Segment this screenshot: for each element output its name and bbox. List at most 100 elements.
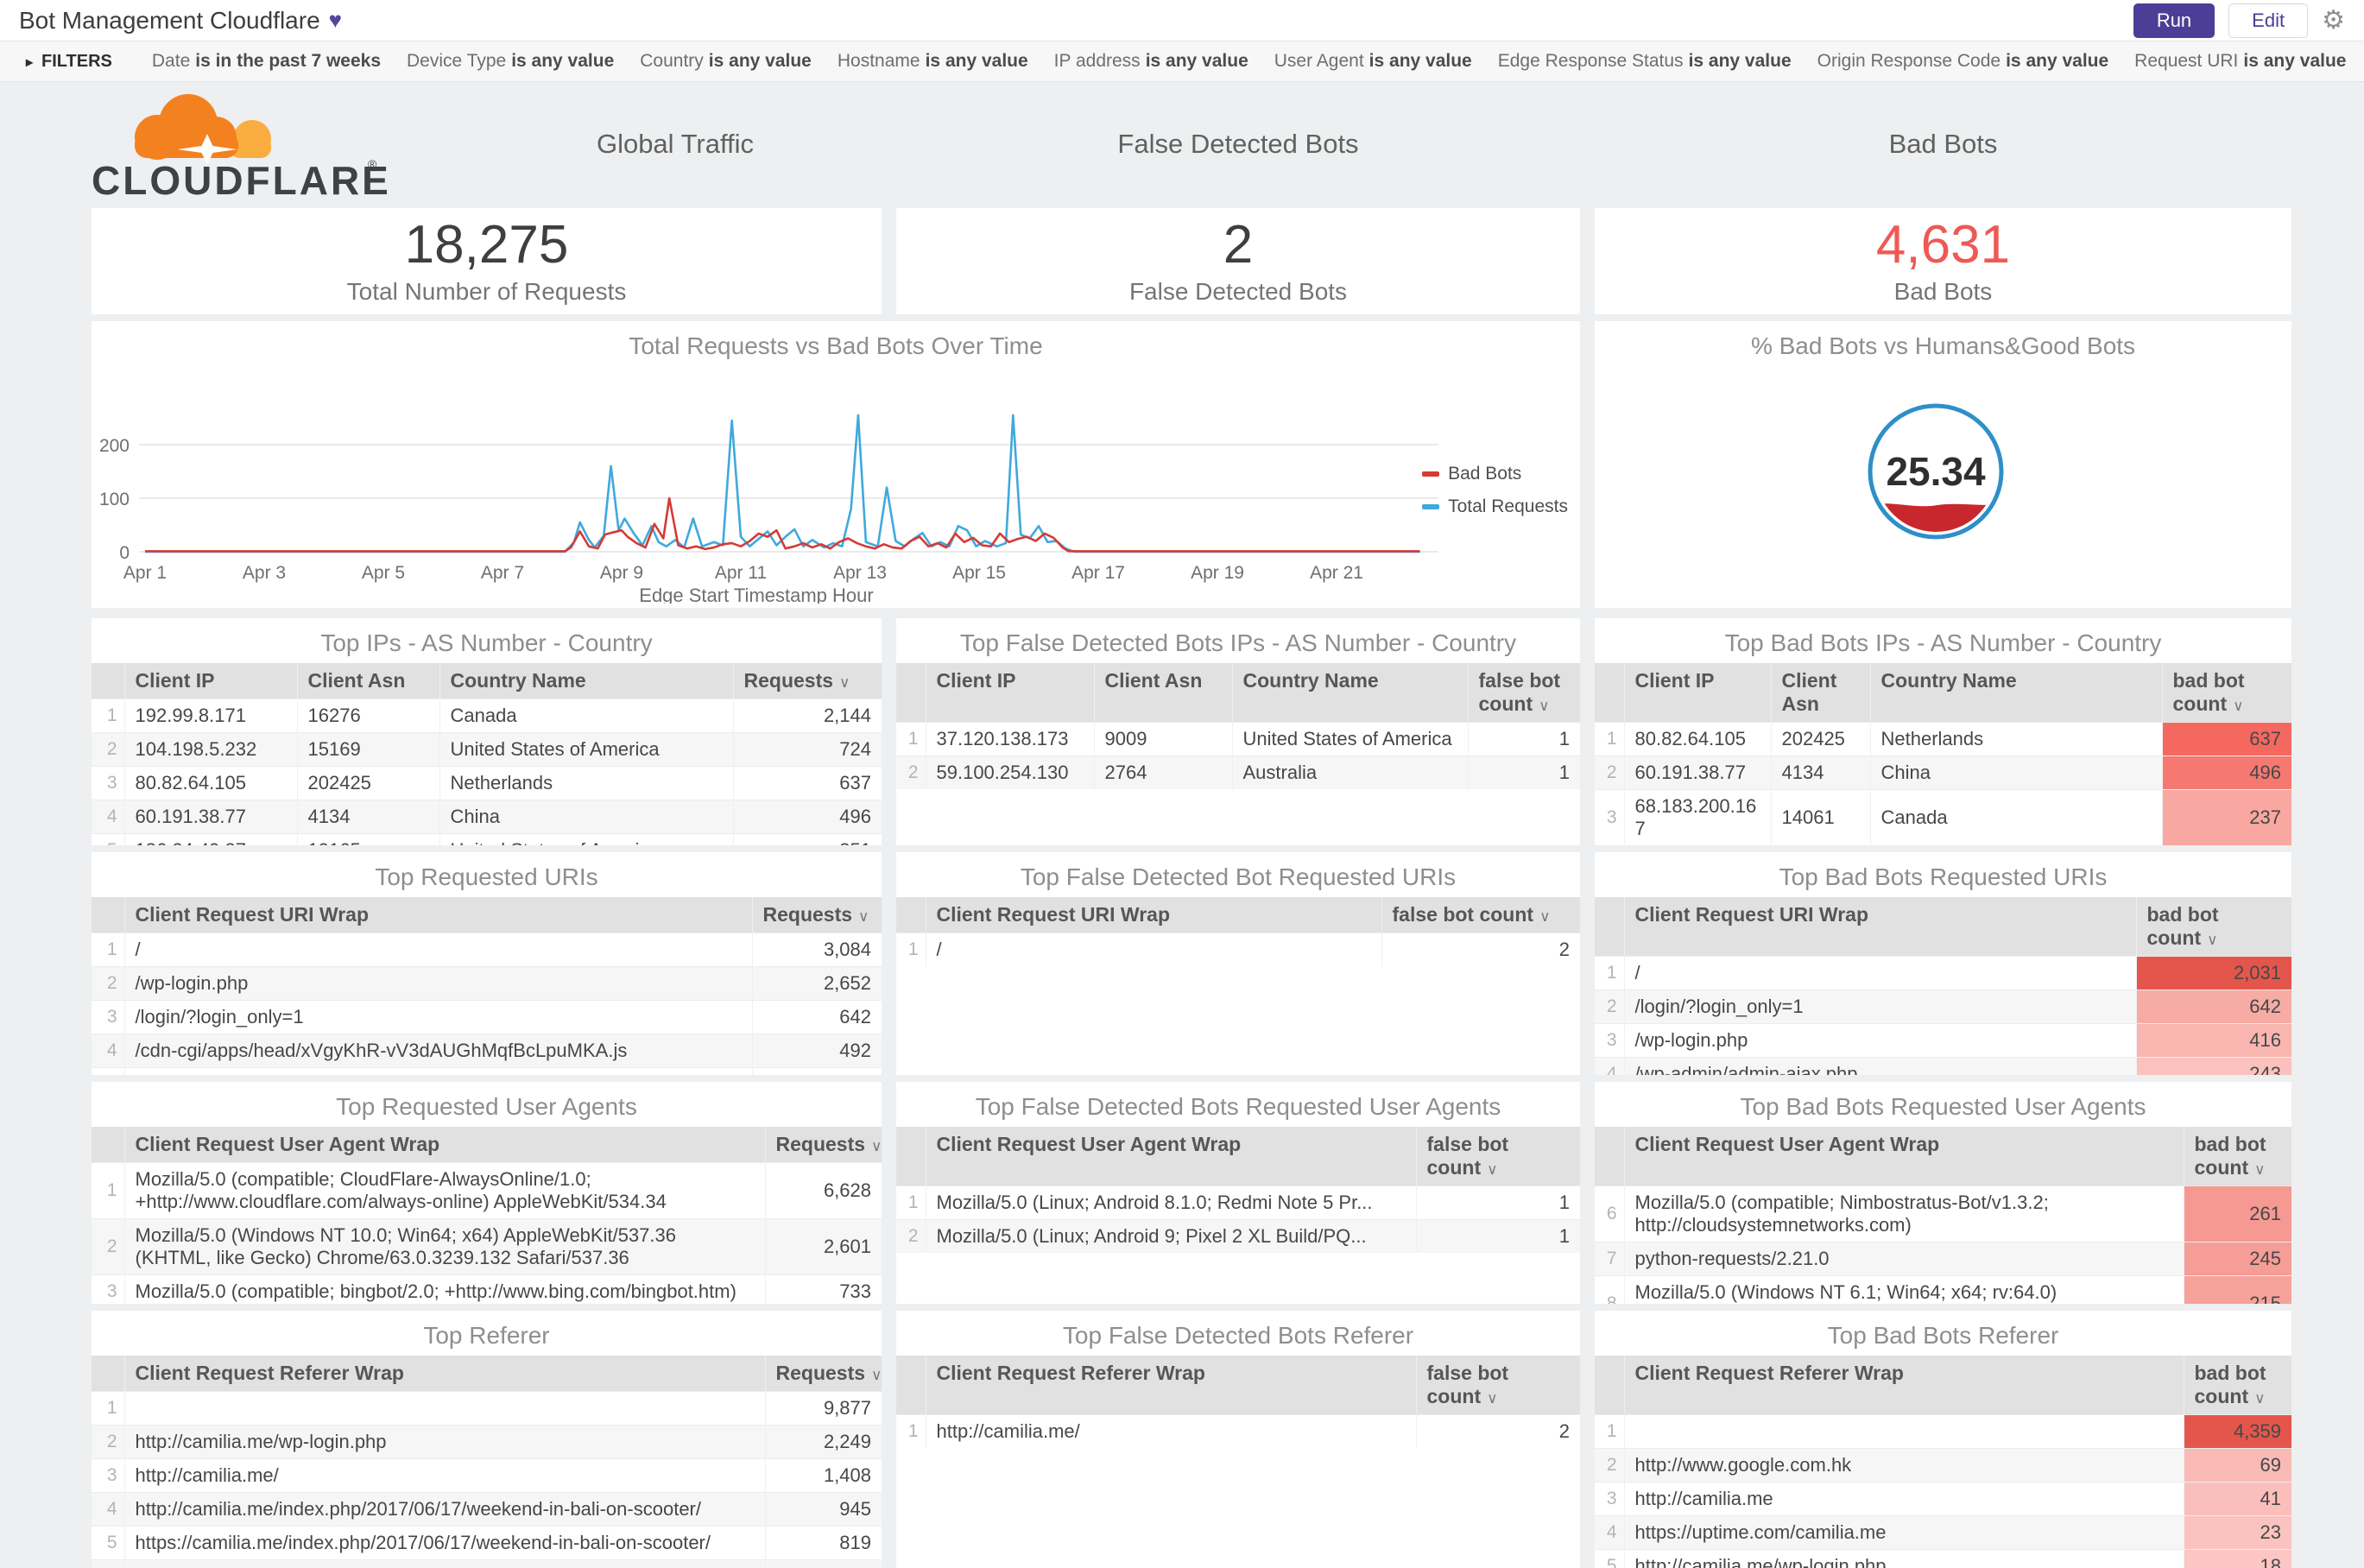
- column-header[interactable]: Client Asn: [296, 663, 439, 699]
- run-button[interactable]: Run: [2133, 3, 2215, 38]
- row-number: 1: [1595, 1414, 1624, 1449]
- table-cell: 18: [2183, 1549, 2291, 1568]
- filter-item[interactable]: Edge Response Status is any value: [1498, 51, 1792, 72]
- legend-item[interactable]: Bad Bots: [1422, 464, 1568, 484]
- table-cell: 9,877: [764, 1391, 882, 1426]
- row-number: 2: [1595, 1448, 1624, 1483]
- edit-button[interactable]: Edit: [2228, 3, 2309, 38]
- row-number: 4: [92, 1034, 124, 1068]
- column-header[interactable]: Client IP: [925, 663, 1094, 723]
- table-cell: 4134: [296, 800, 439, 834]
- row-number: 1: [92, 933, 124, 967]
- column-header[interactable]: false bot count ∨: [1415, 1127, 1580, 1186]
- sort-desc-icon: ∨: [871, 1138, 882, 1154]
- table-row: 2 http://camilia.me/wp-login.php 2,249: [92, 1425, 882, 1459]
- column-header[interactable]: Country Name: [1869, 663, 2162, 723]
- row-number: 1: [896, 1185, 926, 1220]
- row-number: 2: [92, 966, 124, 1001]
- panel-title: Top Requested User Agents: [336, 1093, 637, 1120]
- row-number: 1: [1595, 722, 1624, 756]
- svg-text:Apr 1: Apr 1: [123, 563, 167, 583]
- column-header[interactable]: Client Request User Agent Wrap: [1623, 1127, 2184, 1186]
- column-header[interactable]: false bot count ∨: [1415, 1356, 1580, 1415]
- svg-text:Apr 17: Apr 17: [1071, 563, 1125, 583]
- column-header[interactable]: Client IP: [123, 663, 297, 699]
- column-header[interactable]: Country Name: [439, 663, 733, 699]
- legend-label: Total Requests: [1448, 496, 1568, 516]
- column-header[interactable]: bad bot count ∨: [2183, 1356, 2291, 1415]
- filter-item[interactable]: Country is any value: [640, 51, 812, 72]
- svg-text:Apr 21: Apr 21: [1310, 563, 1363, 583]
- sort-desc-icon: ∨: [839, 674, 850, 691]
- column-header[interactable]: Client Request URI Wrap: [925, 897, 1381, 933]
- column-header[interactable]: Client Request User Agent Wrap: [123, 1127, 765, 1163]
- panel-title: Top IPs - AS Number - Country: [320, 629, 653, 656]
- table-row: 1/2,031: [1595, 956, 2291, 990]
- column-header[interactable]: Client IP: [1623, 663, 1771, 723]
- row-number: 5: [1595, 1549, 1624, 1568]
- panel-title: Top False Detected Bot Requested URIs: [1020, 863, 1457, 890]
- column-header[interactable]: Client Asn: [1770, 663, 1870, 723]
- stat-label: False Detected Bots: [1128, 278, 1348, 306]
- column-header[interactable]: Client Asn: [1093, 663, 1232, 723]
- table-cell: 724: [732, 732, 882, 767]
- filter-item[interactable]: Device Type is any value: [407, 51, 614, 72]
- column-header[interactable]: Client Request User Agent Wrap: [925, 1127, 1416, 1186]
- ip-tables-band: Top IPs - AS Number - Country Client IP Cl…: [92, 618, 2292, 845]
- filter-item[interactable]: Hostname is any value: [838, 51, 1028, 72]
- column-header[interactable]: Client Request URI Wrap: [123, 897, 752, 933]
- row-number-header: [92, 897, 124, 933]
- table-row: 4/wp-admin/admin-ajax.php 243: [1595, 1057, 2291, 1075]
- settings-gear-icon[interactable]: ⚙: [2322, 5, 2345, 35]
- table-cell: 492: [751, 1034, 882, 1068]
- column-header[interactable]: bad bot count ∨: [2183, 1127, 2291, 1186]
- row-number: 5: [92, 1526, 124, 1560]
- table-cell: 202425: [1770, 722, 1870, 756]
- filter-item[interactable]: Request URI is any value: [2134, 51, 2346, 72]
- column-header[interactable]: Requests ∨: [732, 663, 882, 699]
- cloudflare-cloud-icon: [135, 94, 271, 165]
- table-cell: 215: [2183, 1275, 2291, 1304]
- filter-item[interactable]: IP address is any value: [1054, 51, 1248, 72]
- filter-item[interactable]: User Agent is any value: [1274, 51, 1472, 72]
- column-header[interactable]: Requests ∨: [751, 897, 882, 933]
- table-cell: 261: [2183, 1185, 2291, 1242]
- liquid-gauge: 25.34: [1868, 403, 2004, 540]
- column-header[interactable]: Client Request URI Wrap: [1623, 897, 2136, 957]
- table-cell: https://camilia.me/: [123, 1559, 765, 1568]
- column-header[interactable]: false bot count ∨: [1381, 897, 1580, 933]
- column-header[interactable]: Client Request Referer Wrap: [925, 1356, 1416, 1415]
- table-row: 1/2: [896, 933, 1580, 966]
- filter-item[interactable]: Origin Response Code is any value: [1817, 51, 2109, 72]
- column-header[interactable]: false bot count ∨: [1467, 663, 1580, 723]
- sort-desc-icon: ∨: [1539, 698, 1550, 714]
- table-cell: 945: [764, 1492, 882, 1527]
- column-header[interactable]: Requests ∨: [764, 1356, 882, 1392]
- row-number: 3: [1595, 1482, 1624, 1516]
- row-number: 6: [92, 1559, 124, 1568]
- dashboard-content: CLOUDFLARE ® Global Traffic False Detect…: [0, 82, 2292, 1568]
- row-number: 2: [92, 732, 124, 767]
- column-header[interactable]: Client Request Referer Wrap: [1623, 1356, 2184, 1415]
- legend-item[interactable]: Total Requests: [1422, 496, 1568, 517]
- svg-text:100: 100: [99, 490, 130, 509]
- table-cell: 2764: [1093, 756, 1232, 789]
- column-header[interactable]: bad bot count ∨: [2135, 897, 2291, 957]
- filter-item[interactable]: Date is in the past 7 weeks: [152, 51, 381, 72]
- table-cell: 41: [2183, 1482, 2291, 1516]
- column-header[interactable]: Client Request Referer Wrap: [123, 1356, 765, 1392]
- column-header[interactable]: Country Name: [1231, 663, 1468, 723]
- table-cell: /login/?login_only=1: [1623, 989, 2136, 1024]
- column-header[interactable]: Requests ∨: [764, 1127, 882, 1163]
- table-cell: Mozilla/5.0 (compatible; CloudFlare-Alwa…: [123, 1162, 765, 1219]
- row-number: 5: [92, 833, 124, 845]
- table-row: 2 60.191.38.77 4134 China 496: [1595, 756, 2291, 790]
- svg-text:Apr 3: Apr 3: [243, 563, 286, 583]
- column-header[interactable]: bad bot count ∨: [2161, 663, 2291, 723]
- filter-items: Date is in the past 7 weeks Device Type is …: [152, 51, 2364, 72]
- table-cell: 733: [764, 1274, 882, 1304]
- table-row: 3 http://camilia.me 41: [1595, 1482, 2291, 1516]
- filters-toggle[interactable]: ▸ FILTERS: [26, 52, 112, 72]
- panel-title: Top Bad Bots Referer: [1827, 1322, 2059, 1349]
- table-cell: Mozilla/5.0 (Linux; Android 9; Pixel 2 X…: [925, 1219, 1416, 1253]
